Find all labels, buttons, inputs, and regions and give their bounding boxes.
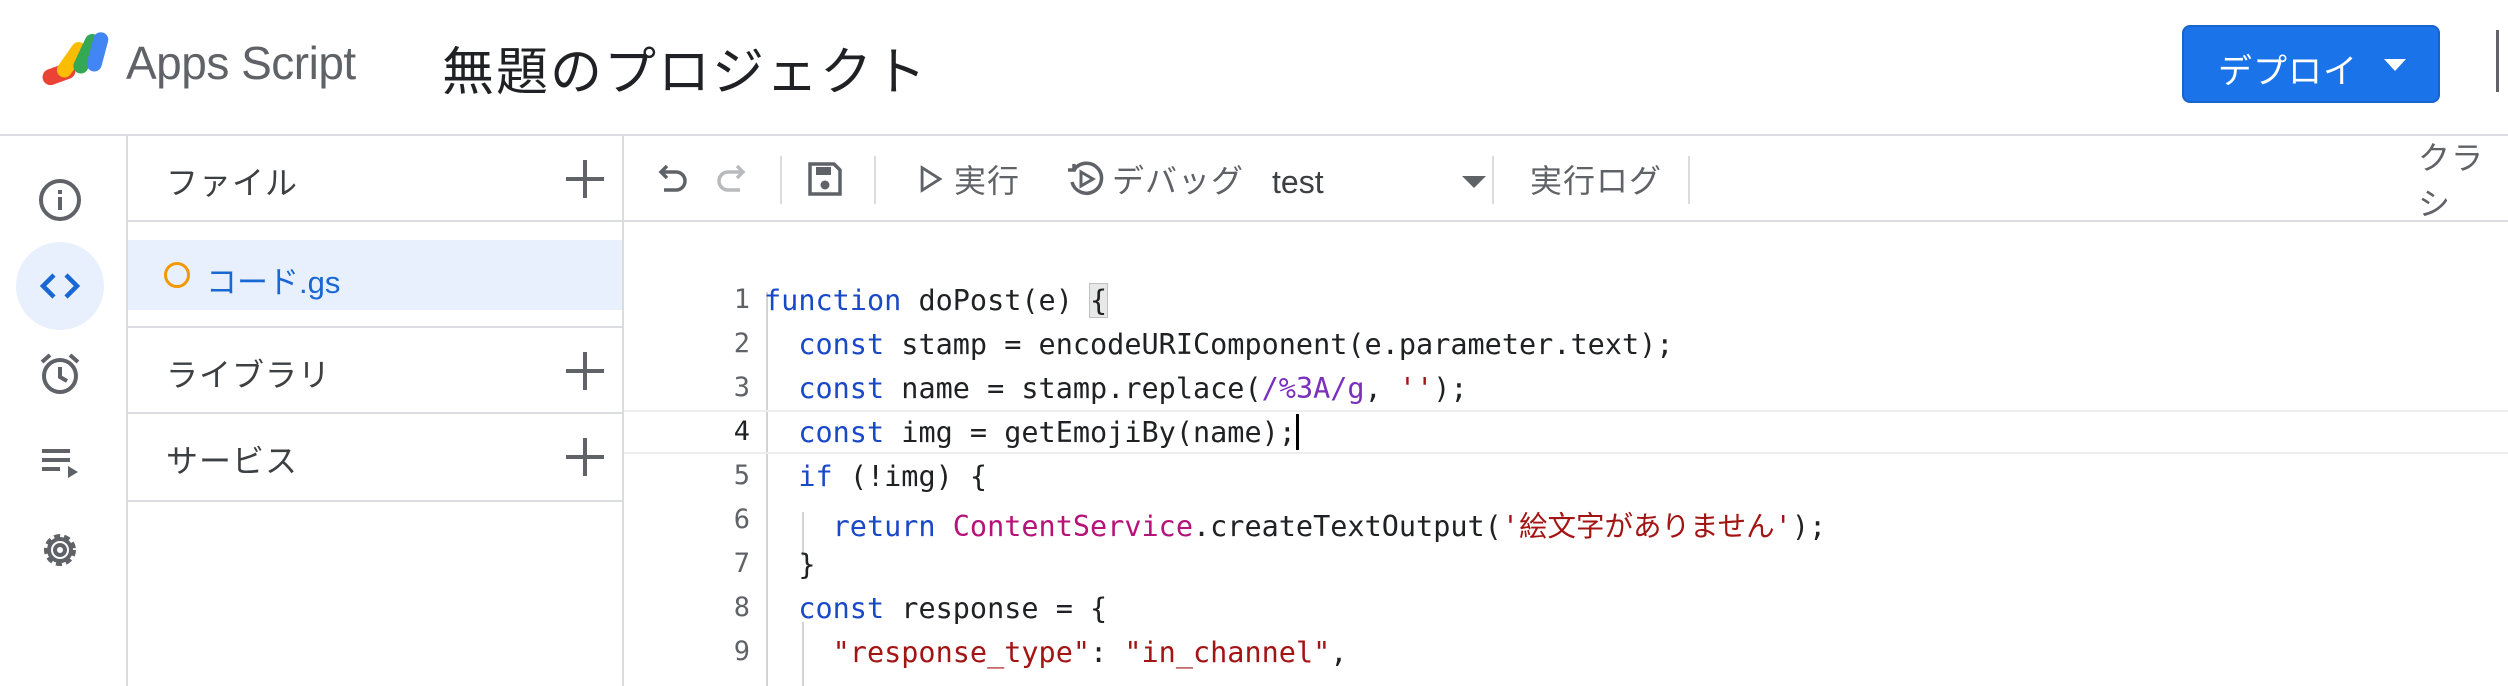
- add-file-plus-icon[interactable]: [560, 154, 610, 204]
- toolbar-divider: [780, 156, 782, 204]
- run-label: 実行: [954, 163, 1021, 199]
- line-number: 5: [733, 460, 750, 491]
- code-text: }: [764, 548, 816, 581]
- file-item-code-gs[interactable]: コード.gs: [128, 240, 622, 310]
- unsaved-dot-icon: [164, 262, 190, 288]
- code-line: 6 return ContentService.createTextOutput…: [624, 498, 2508, 543]
- classic-editor-label: クラシ: [2418, 140, 2485, 222]
- line-number: 4: [733, 416, 750, 447]
- undo-icon: [658, 164, 687, 192]
- save-button[interactable]: [804, 154, 846, 204]
- save-icon: [808, 162, 842, 196]
- function-select[interactable]: test: [1272, 156, 1492, 206]
- line-number: 1: [733, 284, 750, 315]
- executions-list-icon: [42, 449, 78, 478]
- header-divider: [2496, 30, 2499, 92]
- alarm-clock-icon: [40, 353, 80, 394]
- text-cursor: [1296, 414, 1299, 450]
- file-name: コード.gs: [206, 265, 341, 300]
- code-text: const response = {: [798, 592, 1108, 625]
- debug-label: デバッグ: [1112, 163, 1245, 199]
- files-panel: ファイル コード.gs ライブラリ サービス: [128, 136, 624, 686]
- libraries-label: ライブラリ: [166, 357, 332, 393]
- editor-toolbar: 実行 デバッグ test 実行ログ クラシ: [624, 136, 2508, 222]
- rail-item-overview[interactable]: [16, 156, 104, 244]
- deploy-button-label: デプロイ: [2218, 53, 2358, 91]
- services-label: サービス: [166, 443, 299, 479]
- redo-icon: [717, 164, 746, 192]
- code-line-current: 4 const img = getEmojiBy(name);: [624, 410, 2508, 454]
- execution-log-label: 実行ログ: [1530, 163, 1663, 199]
- code-icon: [39, 273, 81, 299]
- function-select-value: test: [1272, 164, 1324, 200]
- code-text: return ContentService.createTextOutput('…: [832, 510, 1827, 543]
- code-text: function doPost(e) {: [764, 283, 1109, 318]
- add-service-plus-icon[interactable]: [560, 432, 610, 482]
- code-text: if (!img) {: [798, 460, 988, 493]
- debug-button[interactable]: デバッグ: [1064, 154, 1244, 204]
- gear-icon: [44, 534, 76, 566]
- top-header: Apps Script 無題のプロジェクト デプロイ: [0, 0, 2508, 136]
- line-number: 7: [733, 548, 750, 579]
- line-number: 3: [733, 372, 750, 403]
- deploy-button[interactable]: デプロイ: [2182, 25, 2440, 103]
- code-text: "response_type": "in_channel",: [832, 636, 1348, 669]
- files-section-header: ファイル: [128, 136, 622, 222]
- run-button[interactable]: 実行: [914, 154, 1020, 204]
- line-number: 8: [733, 592, 750, 623]
- code-text: const img = getEmojiBy(name);: [798, 416, 1296, 449]
- project-title[interactable]: 無題のプロジェクト: [442, 30, 928, 105]
- chevron-down-icon: [2384, 59, 2406, 71]
- navigation-rail: [0, 136, 128, 686]
- redo-button[interactable]: [712, 154, 754, 204]
- undo-button[interactable]: [650, 154, 692, 204]
- line-number: 6: [733, 504, 750, 535]
- code-line: 2 const stamp = encodeURIComponent(e.par…: [624, 322, 2508, 366]
- rail-item-settings[interactable]: [16, 506, 104, 594]
- code-line: 5 if (!img) {: [624, 454, 2508, 498]
- add-library-plus-icon[interactable]: [560, 346, 610, 396]
- toolbar-divider: [874, 156, 876, 204]
- execution-log-button[interactable]: 実行ログ: [1530, 154, 1662, 204]
- line-number: 9: [733, 636, 750, 667]
- debug-icon: [1068, 161, 1104, 195]
- services-section-header[interactable]: サービス: [128, 414, 622, 502]
- code-line: 1 function doPost(e) {: [624, 278, 2508, 322]
- rail-item-triggers[interactable]: [16, 330, 104, 418]
- code-text: const stamp = encodeURIComponent(e.param…: [798, 328, 1674, 361]
- line-number: 2: [733, 328, 750, 359]
- chevron-down-icon: [1462, 176, 1486, 188]
- rail-item-executions[interactable]: [16, 418, 104, 506]
- files-label: ファイル: [166, 165, 299, 201]
- toolbar-divider: [1688, 156, 1690, 204]
- app-name: Apps Script: [126, 37, 356, 89]
- code-line: 3 const name = stamp.replace(/%3A/g, '')…: [624, 366, 2508, 410]
- code-line: 9 "response_type": "in_channel",: [624, 630, 2508, 674]
- rail-item-editor[interactable]: [16, 242, 104, 330]
- code-line: 7 }: [624, 542, 2508, 586]
- code-line: 8 const response = {: [624, 586, 2508, 630]
- libraries-section-header[interactable]: ライブラリ: [128, 326, 622, 414]
- play-icon: [920, 165, 943, 193]
- toolbar-divider: [1492, 156, 1494, 204]
- classic-editor-button[interactable]: クラシ: [2418, 140, 2508, 222]
- apps-script-logo-icon[interactable]: [40, 28, 114, 96]
- info-icon: [39, 179, 81, 221]
- code-text: const name = stamp.replace(/%3A/g, '');: [798, 372, 1468, 405]
- code-editor[interactable]: 1 function doPost(e) { 2 const stamp = e…: [624, 222, 2508, 686]
